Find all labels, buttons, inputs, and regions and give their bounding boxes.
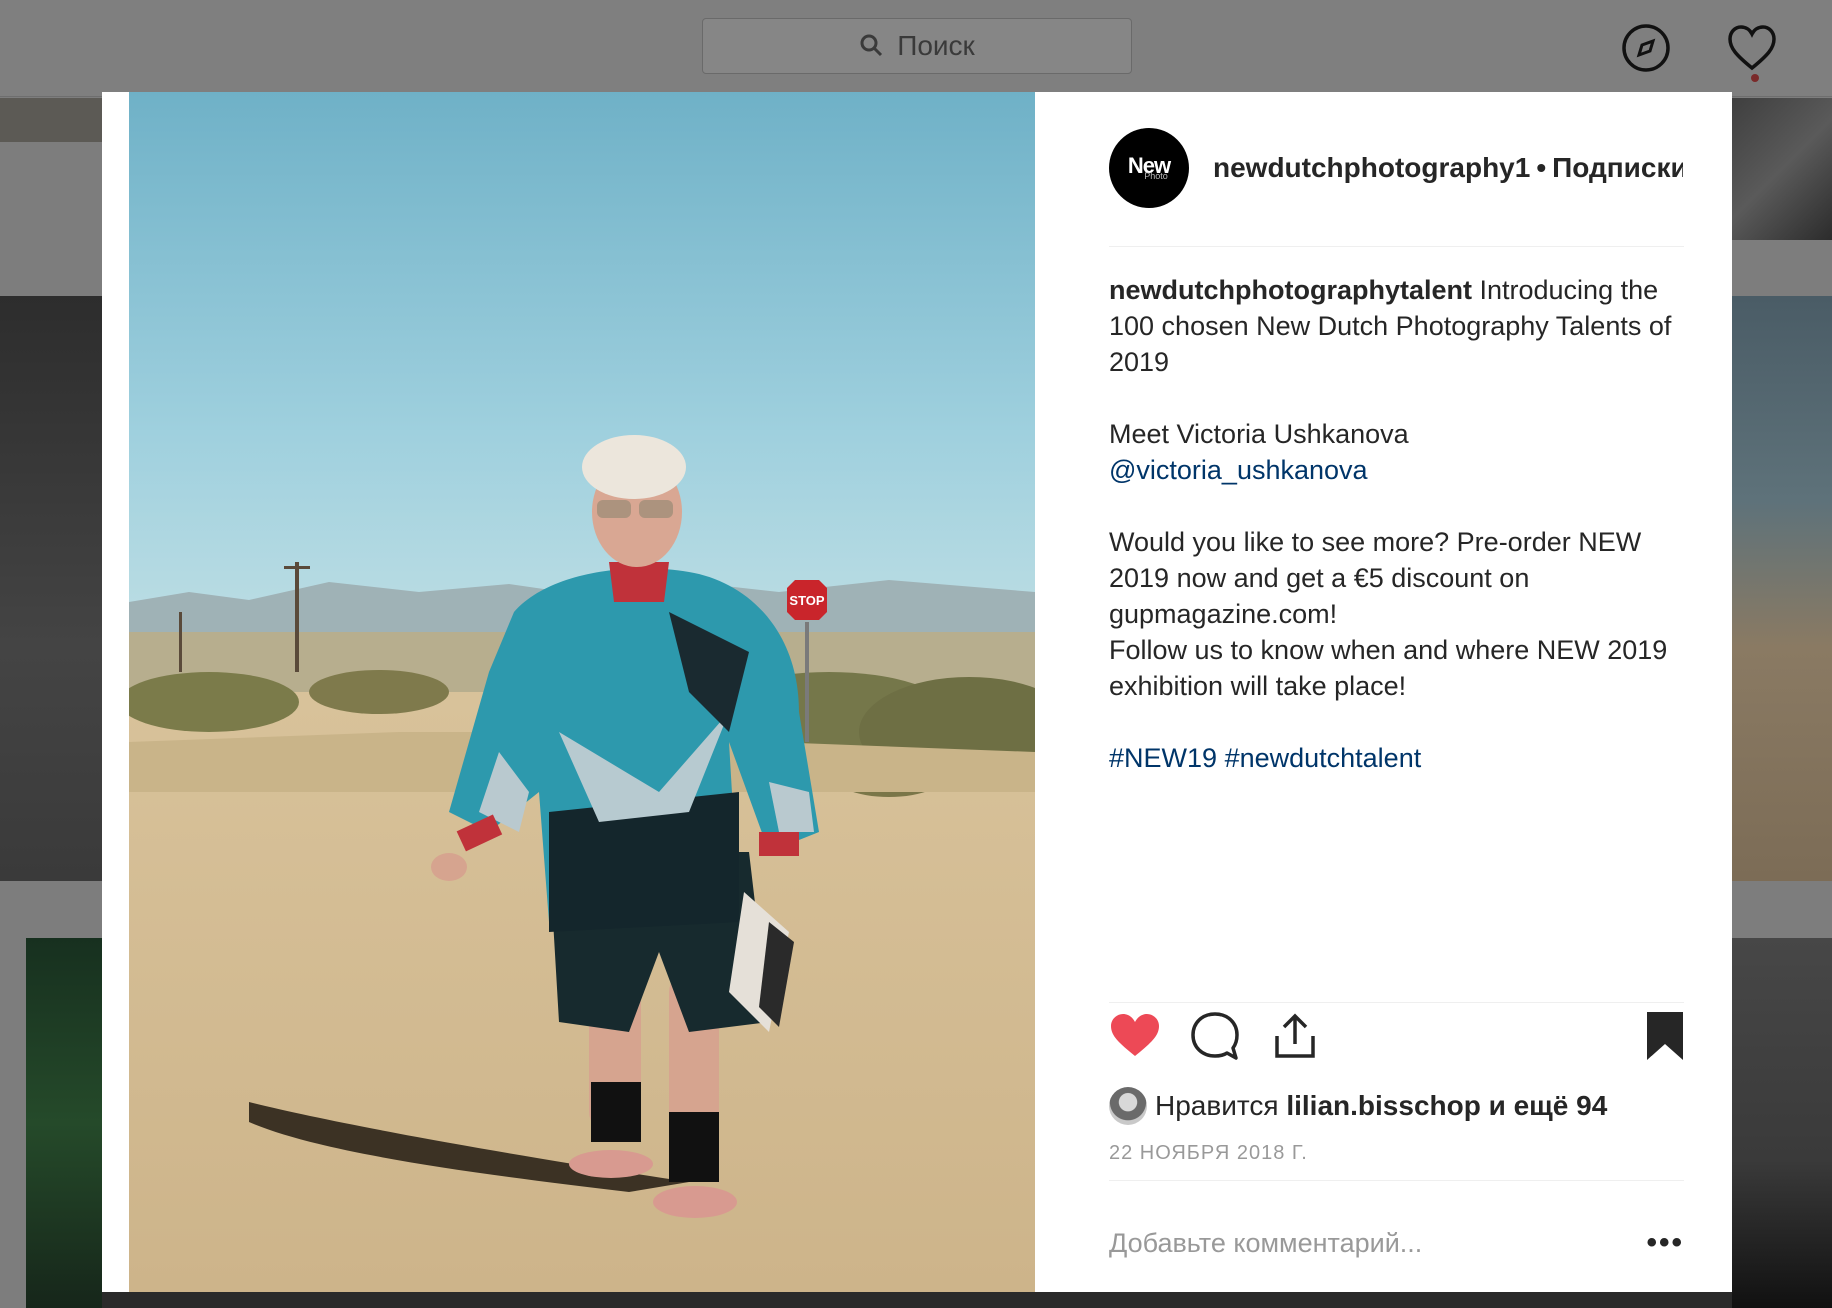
search-placeholder: Поиск [897, 30, 975, 61]
header-username-row: newdutchphotography1 • Подписки [1213, 152, 1683, 184]
following-button[interactable]: Подписки [1552, 152, 1683, 183]
heart-outline-icon[interactable] [1726, 22, 1778, 74]
header-username-link[interactable]: newdutchphotography1 [1213, 152, 1530, 183]
caption-preorder: Would you like to see more? Pre-order NE… [1109, 527, 1642, 629]
avatar[interactable]: New Photo [1109, 128, 1189, 208]
more-options-icon[interactable]: ••• [1646, 1226, 1684, 1260]
background-photo-bottom [102, 1292, 1732, 1308]
comment-icon[interactable] [1189, 1010, 1241, 1062]
actions-divider [1109, 1002, 1684, 1003]
comment-input[interactable]: Добавьте комментарий... [1109, 1228, 1422, 1259]
likes-prefix: Нравится [1155, 1090, 1279, 1121]
likes-row: Нравится lilian.bisschop и ещё 94 [1109, 1086, 1684, 1126]
likes-count-link[interactable]: и ещё 94 [1489, 1090, 1608, 1122]
avatar-subtext: Photo [1144, 171, 1168, 181]
share-icon[interactable] [1269, 1010, 1321, 1062]
post-header: New Photo newdutchphotography1 • Подписки [1109, 128, 1684, 208]
svg-text:STOP: STOP [789, 593, 824, 608]
liker-avatar[interactable] [1109, 1087, 1147, 1125]
background-photo-right-bottom[interactable] [1732, 938, 1832, 1308]
post-photo[interactable]: STOP [129, 92, 1035, 1292]
hashtag-link[interactable]: #newdutchtalent [1225, 743, 1422, 773]
hashtag-link[interactable]: #NEW19 [1109, 743, 1217, 773]
background-photo-right[interactable] [1732, 296, 1832, 881]
separator-dot: • [1536, 152, 1547, 183]
notification-dot [1751, 74, 1759, 82]
search-input[interactable]: Поиск [702, 18, 1132, 74]
caption-meet: Meet Victoria Ushkanova [1109, 419, 1409, 449]
liker-username-link[interactable]: lilian.bisschop [1286, 1090, 1480, 1122]
compass-icon[interactable] [1620, 22, 1672, 74]
post-modal: STOP New Photo newdutchphotography1 • По… [102, 92, 1732, 1292]
comment-divider [1109, 1180, 1684, 1181]
post-date[interactable]: 22 НОЯБРЯ 2018 Г. [1109, 1142, 1308, 1165]
heart-filled-icon[interactable] [1109, 1010, 1161, 1062]
photo-illustration: STOP [129, 92, 1035, 1292]
background-photo-right-top[interactable] [1732, 98, 1832, 240]
header-divider [1109, 246, 1684, 247]
mention-link[interactable]: @victoria_ushkanova [1109, 455, 1368, 485]
caption-follow: Follow us to know when and where NEW 201… [1109, 635, 1668, 701]
top-navigation-bar: Поиск [0, 0, 1832, 97]
post-caption: newdutchphotographytalent Introducing th… [1109, 272, 1684, 812]
background-photo-left[interactable] [0, 296, 102, 881]
background-strip [0, 98, 102, 142]
action-bar [1109, 1010, 1684, 1066]
background-photo-left-bottom[interactable] [26, 938, 102, 1308]
search-icon [860, 34, 883, 57]
caption-username-link[interactable]: newdutchphotographytalent [1109, 275, 1472, 305]
comment-form: Добавьте комментарий... ••• [1109, 1218, 1684, 1268]
post-sidebar: New Photo newdutchphotography1 • Подписки … [1109, 92, 1684, 1292]
bookmark-filled-icon[interactable] [1639, 1010, 1691, 1062]
